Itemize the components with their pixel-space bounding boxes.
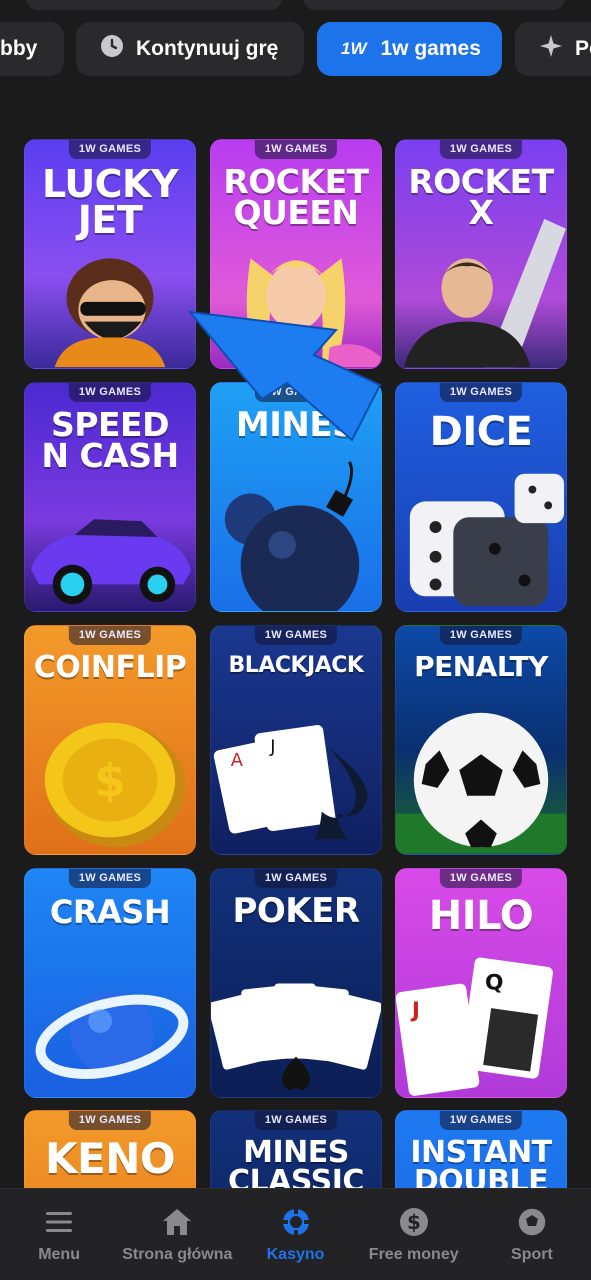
chip-popular[interactable]: Po — [515, 22, 591, 76]
clock-icon — [100, 34, 124, 64]
svg-text:$: $ — [94, 754, 126, 807]
sparkle-icon — [539, 34, 563, 64]
game-badge: 1W GAMES — [254, 626, 338, 645]
dice-image — [409, 473, 565, 607]
nav-menu[interactable]: Menu — [0, 1189, 118, 1280]
chip-label: bby — [0, 37, 38, 60]
nav-label: Strona główna — [122, 1245, 233, 1263]
poker-cards-image — [211, 983, 381, 1090]
soccer-ball-icon — [517, 1206, 547, 1237]
game-badge: 1W GAMES — [68, 869, 152, 888]
svg-text:A: A — [231, 750, 244, 771]
rocket-x-character-image — [403, 218, 566, 368]
game-title: HILO — [428, 893, 534, 939]
game-title: CRASH — [49, 893, 171, 931]
soccer-ball-image — [396, 712, 566, 854]
game-tile-penalty[interactable]: 1W GAMES PENALTY — [395, 625, 567, 855]
svg-text:$: $ — [407, 1210, 421, 1234]
game-tile-speed-n-cash[interactable]: 1W GAMES SPEED N CASH — [24, 382, 196, 612]
game-title: MINES — [235, 405, 357, 445]
chip-1w-games[interactable]: 1W 1w games — [317, 22, 502, 76]
game-badge: 1W GAMES — [68, 626, 152, 645]
top-stub-left — [26, 0, 282, 10]
nav-sport[interactable]: Sport — [473, 1189, 591, 1280]
game-tile-rocket-queen[interactable]: 1W GAMES ROCKET QUEEN — [210, 139, 382, 369]
rocket-queen-character-image — [246, 258, 381, 368]
bottom-navigation: Menu Strona główna Kasyno $ Free money S… — [0, 1188, 591, 1280]
menu-icon — [46, 1211, 73, 1232]
nav-casino[interactable]: Kasyno — [236, 1189, 354, 1280]
category-chips: bby Kontynuuj grę 1W 1w games Po — [0, 22, 591, 78]
nav-label: Sport — [511, 1245, 553, 1263]
playing-cards-image: A J — [213, 725, 368, 840]
chip-label: 1w games — [380, 37, 481, 60]
sports-car-image — [30, 519, 192, 605]
dollar-coin-icon: $ — [399, 1207, 428, 1236]
1w-logo-icon: 1W — [341, 39, 367, 58]
game-badge: 1W GAMES — [68, 1111, 152, 1130]
game-tile-blackjack[interactable]: 1W GAMES BLACKJACK A J — [210, 625, 382, 855]
chip-continue-game[interactable]: Kontynuuj grę — [76, 22, 304, 76]
game-tile-dice[interactable]: 1W GAMES DICE — [395, 382, 567, 612]
game-badge: 1W GAMES — [254, 140, 338, 159]
game-title: COINFLIP — [33, 650, 187, 685]
game-badge: 1W GAMES — [439, 869, 523, 888]
game-badge: 1W GAMES — [254, 383, 338, 402]
game-title: POKER — [232, 891, 360, 931]
game-badge: 1W GAMES — [254, 869, 338, 888]
svg-text:Q: Q — [485, 970, 503, 995]
nav-label: Free money — [368, 1245, 459, 1263]
chip-label: Po — [575, 37, 591, 60]
bomb-image — [224, 461, 360, 611]
chip-lobby[interactable]: bby — [0, 22, 64, 76]
top-stub-right — [303, 0, 565, 10]
game-badge: 1W GAMES — [68, 383, 152, 402]
hilo-cards-image: J Q — [396, 957, 553, 1096]
nav-label: Menu — [38, 1245, 80, 1263]
game-badge: 1W GAMES — [439, 140, 523, 159]
planet-ring-image — [35, 991, 189, 1079]
game-title: DICE — [429, 409, 533, 455]
game-tile-poker[interactable]: 1W GAMES POKER — [210, 868, 382, 1098]
lucky-jet-character-image — [54, 258, 166, 368]
game-tile-mines[interactable]: 1W GAMES MINES — [210, 382, 382, 612]
casino-chip-icon — [281, 1207, 310, 1236]
game-tile-hilo[interactable]: 1W GAMES HILO J Q — [395, 868, 567, 1098]
game-tile-crash[interactable]: 1W GAMES CRASH — [24, 868, 196, 1098]
chip-label: Kontynuuj grę — [136, 37, 279, 60]
game-badge: 1W GAMES — [68, 140, 152, 159]
game-title: PENALTY — [414, 650, 548, 683]
game-badge: 1W GAMES — [439, 1111, 523, 1130]
game-badge: 1W GAMES — [439, 626, 523, 645]
game-tile-lucky-jet[interactable]: 1W GAMES LUCKY JET — [24, 139, 196, 369]
gold-coin-image: $ — [44, 722, 186, 848]
nav-label: Kasyno — [266, 1245, 325, 1263]
game-tile-coinflip[interactable]: 1W GAMES COINFLIP $ — [24, 625, 196, 855]
game-badge: 1W GAMES — [254, 1111, 338, 1130]
svg-text:J: J — [410, 998, 420, 1023]
nav-home[interactable]: Strona główna — [118, 1189, 236, 1280]
nav-free-money[interactable]: $ Free money — [355, 1189, 473, 1280]
game-title: BLACKJACK — [228, 653, 364, 678]
game-title: KENO — [44, 1134, 176, 1183]
game-tile-rocket-x[interactable]: 1W GAMES ROCKET X — [395, 139, 567, 369]
svg-text:J: J — [269, 736, 275, 757]
home-icon — [163, 1208, 192, 1235]
game-badge: 1W GAMES — [439, 383, 523, 402]
